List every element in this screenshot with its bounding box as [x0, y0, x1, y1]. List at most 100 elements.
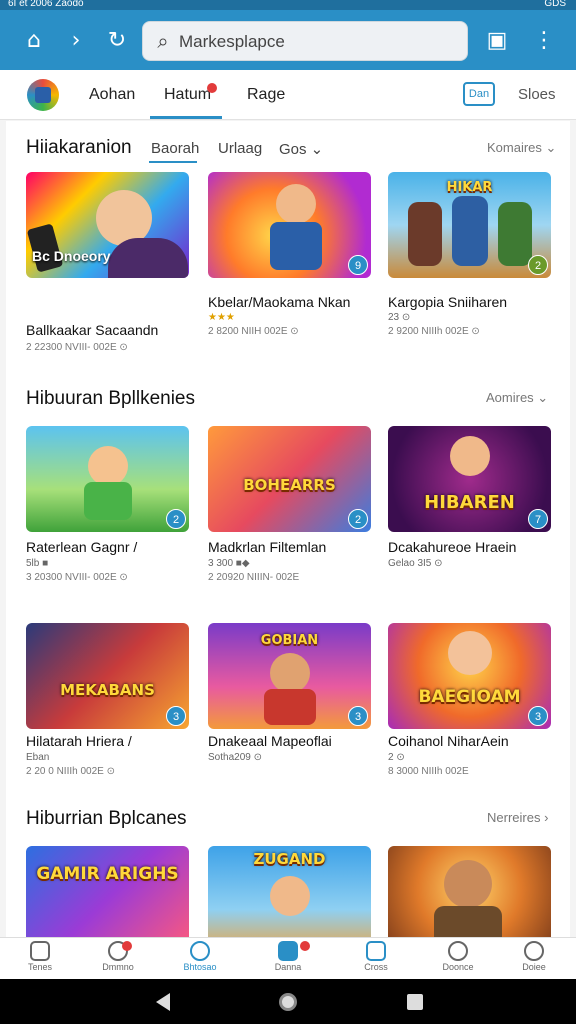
tab-right-label[interactable]: Sloes	[518, 86, 556, 103]
search-bar[interactable]: ⌕ Markesplapce	[142, 21, 468, 61]
app-card-image[interactable]: GOBIAN 3	[208, 623, 371, 729]
character-illustration	[448, 631, 492, 675]
card-sub: Gelao 3I5 ⊙	[388, 558, 443, 569]
see-more-link[interactable]: Aomires ⌄	[486, 390, 548, 406]
character-illustration	[276, 184, 316, 224]
character-illustration	[498, 202, 532, 266]
card-meta: 8 3000 NIIIh 002E	[388, 766, 469, 777]
card-art-text: ZUGAND	[253, 850, 326, 868]
character-body	[270, 222, 322, 270]
status-icons: GDS	[544, 0, 566, 9]
content-panel: Hiiakaranion Baorah Urlaag Gos ⌄ Komaire…	[6, 121, 570, 937]
nav-item-3[interactable]: Bhtosao	[170, 941, 230, 972]
card-badge: 2	[348, 509, 368, 529]
tab-action-button[interactable]: Dan	[463, 82, 495, 106]
card-title[interactable]: Madkrlan Filtemlan	[208, 539, 326, 555]
character-illustration	[450, 436, 490, 476]
search-input[interactable]: Markesplapce	[179, 32, 285, 52]
card-title[interactable]: Dnakeaal Mapeoflai	[208, 733, 332, 749]
card-meta: 3 20300 NVIII- 002E ⊙	[26, 572, 128, 583]
home-button-icon[interactable]	[279, 993, 297, 1011]
card-title[interactable]: Raterlean Gagnr /	[26, 539, 137, 555]
store-icon	[278, 941, 298, 961]
app-toolbar: ⌂ › ↻ ⌕ Markesplapce ▣ ⋮	[0, 10, 576, 70]
card-meta: 2 22300 NVIII- 002E ⊙	[26, 342, 128, 353]
more-vert-icon[interactable]: ⋮	[531, 28, 557, 54]
nav-item-2[interactable]: Dmmno	[88, 941, 148, 972]
subtab-1[interactable]: Baorah	[151, 140, 199, 157]
card-title[interactable]: Ballkaakar Sacaandn	[26, 322, 158, 338]
character-illustration	[452, 196, 488, 266]
card-sub: 2 ⊙	[388, 752, 405, 763]
tab-3[interactable]: Rage	[247, 86, 285, 104]
card-title[interactable]: Kbelar/Maokama Nkan	[208, 294, 350, 310]
card-art-text: HIKAR	[446, 180, 493, 195]
character-illustration	[444, 860, 492, 908]
refresh-icon[interactable]: ↻	[104, 28, 130, 54]
card-meta: 2 8200 NIIH 002E ⊙	[208, 326, 299, 337]
card-meta: 2 9200 NIIIh 002E ⊙	[388, 326, 480, 337]
subtab-2[interactable]: Urlaag	[218, 140, 262, 157]
tab-1[interactable]: Aohan	[89, 86, 135, 104]
see-more-link[interactable]: Komaires ⌄	[487, 140, 556, 156]
card-rating: ★★★	[208, 312, 235, 323]
active-tab-indicator	[150, 116, 222, 119]
app-card-image[interactable]: GAMIR ARIGHS	[26, 846, 189, 937]
app-card-image[interactable]: MEKABANS 3	[26, 623, 189, 729]
card-badge: 2	[166, 509, 186, 529]
home-app-icon	[190, 941, 210, 961]
notification-dot	[122, 941, 132, 951]
card-title[interactable]: Hilatarah Hriera /	[26, 733, 132, 749]
system-navigation	[0, 979, 576, 1024]
card-sub: Eban	[26, 752, 50, 763]
notification-dot	[207, 83, 217, 93]
tab-2[interactable]: Hatum	[164, 86, 211, 104]
card-sub: 23 ⊙	[388, 312, 411, 323]
library-icon	[366, 941, 386, 961]
bottom-navigation: Tenes Dmmno Bhtosao Danna Cross Doonce D…	[0, 937, 576, 979]
character-body	[434, 906, 502, 937]
see-more-link[interactable]: Nerreires ›	[487, 810, 548, 825]
box-icon	[30, 941, 50, 961]
card-meta: 2 20920 NIIIN- 002E	[208, 572, 300, 583]
card-title[interactable]: Kargopia Sniiharen	[388, 294, 507, 310]
app-card-image[interactable]: Bc Dnoeory	[26, 172, 189, 278]
chevron-right-icon[interactable]: ›	[63, 28, 89, 54]
app-card-image[interactable]: BAEGIOAM 3	[388, 623, 551, 729]
cast-icon[interactable]: ▣	[484, 28, 510, 54]
card-badge: 9	[348, 255, 368, 275]
card-badge: 3	[528, 706, 548, 726]
card-art-text: BAEGIOAM	[418, 687, 521, 707]
card-art-text: MEKABANS	[60, 681, 155, 699]
app-card-image[interactable]: BOHEARRS 2	[208, 426, 371, 532]
card-title[interactable]: Dcakahureoe Hraein	[388, 539, 516, 555]
drop-icon	[448, 941, 468, 961]
app-card-image[interactable]: HIKAR 2	[388, 172, 551, 278]
app-card-image[interactable]: 9	[208, 172, 371, 278]
back-icon[interactable]	[156, 993, 170, 1011]
app-logo-icon	[27, 79, 59, 111]
character-body	[264, 689, 316, 725]
subtab-3[interactable]: Gos ⌄	[279, 140, 323, 158]
app-card-image[interactable]: ZUGAND	[208, 846, 371, 937]
card-art-text: GAMIR ARIGHS	[36, 864, 179, 884]
app-card-image[interactable]: HIBAREN 7	[388, 426, 551, 532]
card-title[interactable]: Coihanol NiharAein	[388, 733, 509, 749]
card-sub: 3 300 ■◆	[208, 558, 250, 569]
nav-item-5[interactable]: Cross	[346, 941, 406, 972]
card-badge: 7	[528, 509, 548, 529]
nav-item-1[interactable]: Tenes	[10, 941, 70, 972]
app-card-image[interactable]	[388, 846, 551, 937]
character-illustration	[88, 446, 128, 486]
app-card-image[interactable]: 2	[26, 426, 189, 532]
nav-item-7[interactable]: Doiee	[504, 941, 564, 972]
card-badge: 3	[166, 706, 186, 726]
recents-icon[interactable]	[407, 994, 423, 1010]
card-sub: Sotha209 ⊙	[208, 752, 262, 763]
section-title: Hiburrian Bplcanes	[26, 808, 187, 829]
home-icon[interactable]: ⌂	[21, 28, 47, 54]
nav-item-6[interactable]: Doonce	[428, 941, 488, 972]
search-icon: ⌕	[157, 29, 169, 53]
profile-icon	[524, 941, 544, 961]
character-illustration	[270, 876, 310, 916]
